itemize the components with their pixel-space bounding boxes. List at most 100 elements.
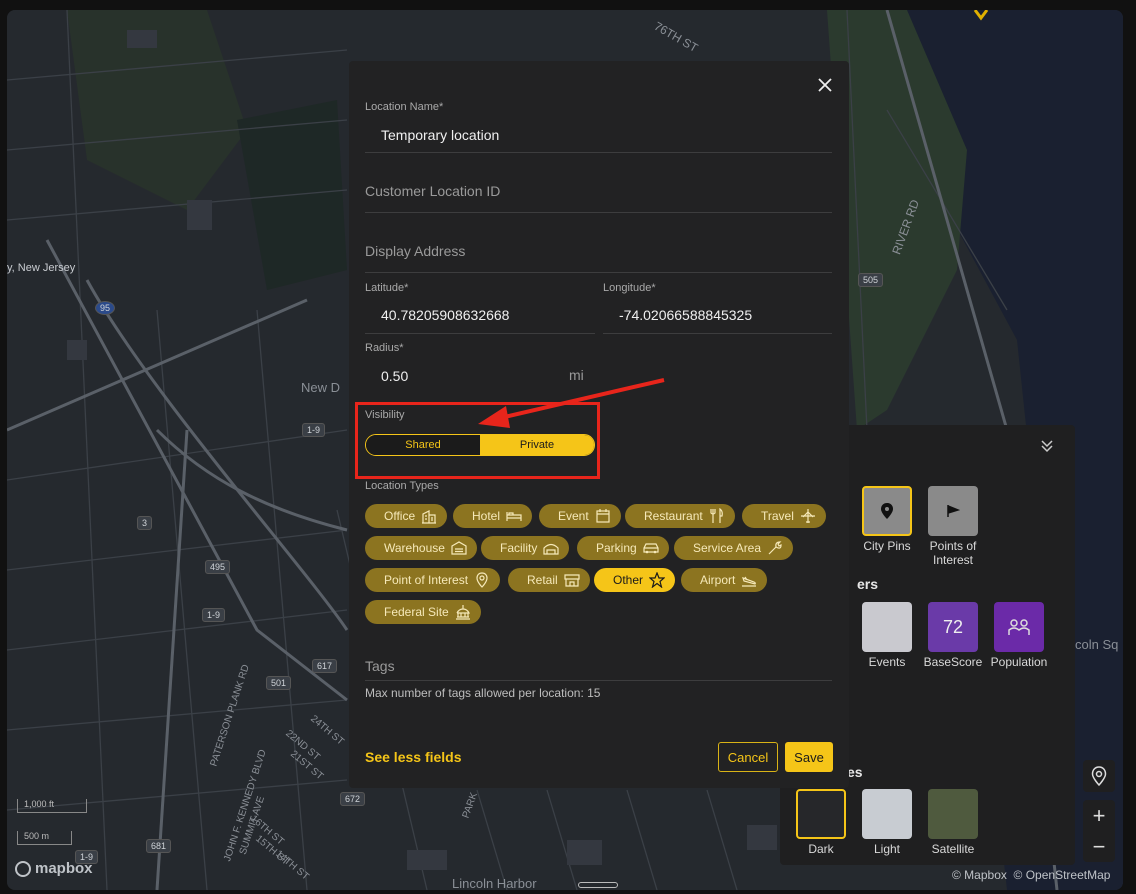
customer-location-id-input[interactable]: Customer Location ID [365,183,500,199]
airplane-icon [800,509,815,523]
latitude-underline [365,333,595,334]
map-pin-icon [881,503,893,519]
utensils-icon [710,508,723,523]
location-name-label: Location Name* [365,101,443,113]
locate-button[interactable] [1083,760,1115,792]
map-label: Lincoln Harbor [452,876,537,890]
chip-label: Service Area [693,541,762,555]
basescore-layer-tile[interactable]: 72 [928,602,978,652]
flag-icon [947,505,960,517]
location-type-airport[interactable]: Airport [681,568,768,592]
location-type-travel[interactable]: Travel [742,504,826,528]
zoom-controls: + − [1083,800,1115,862]
events-layer-tile[interactable] [862,602,912,652]
map-styles-heading: es [847,764,863,780]
calendar-icon [596,509,610,523]
tags-help-text: Max number of tags allowed per location:… [365,686,601,700]
highway-shield: 1-9 [302,423,326,437]
map-label-text: New Jersey [17,262,76,274]
chip-label: Hotel [472,509,501,523]
longitude-label: Longitude* [603,282,656,294]
mapbox-wordmark: mapbox [35,860,93,877]
see-less-fields-link[interactable]: See less fields [365,749,462,765]
population-layer-tile[interactable] [994,602,1044,652]
location-type-parking[interactable]: Parking [577,536,669,560]
cancel-button[interactable]: Cancel [718,742,778,772]
location-type-federal-site[interactable]: Federal Site [365,600,481,624]
scale-bar-m: 500 m [17,831,72,845]
chevrons-down-icon[interactable] [1040,439,1054,453]
highlight-box [355,402,600,479]
chip-label: Parking [596,541,637,555]
location-type-warehouse[interactable]: Warehouse [365,536,477,560]
longitude-label-text: Longitude [603,282,652,294]
map-attribution[interactable]: © Mapbox © OpenStreetMap [952,868,1110,882]
highway-shield: 617 [312,659,338,673]
plane-landing-icon [742,576,757,587]
location-name-label-text: Location Name [365,101,439,113]
light-style-tile[interactable] [862,789,912,839]
close-icon[interactable] [817,77,833,93]
map-label: coln Sq [1075,637,1119,652]
radius-input[interactable]: 0.50 [381,368,408,384]
location-type-event[interactable]: Event [539,504,621,528]
satellite-style-label: Satellite [931,842,975,856]
star-icon [649,572,666,588]
radius-label: Radius* [365,342,404,354]
location-type-hotel[interactable]: Hotel [453,504,533,528]
points-of-interest-tile[interactable] [928,486,978,536]
highway-shield: 501 [266,676,292,690]
required-marker: * [404,282,409,294]
tags-input[interactable]: Tags [365,658,395,674]
highway-shield: 672 [340,792,366,806]
scale-bar-ft: 1,000 ft [17,799,87,813]
longitude-input[interactable]: -74.02066588845325 [619,307,752,323]
latitude-label: Latitude* [365,282,408,294]
zoom-in-button[interactable]: + [1093,800,1106,831]
building-icon [422,510,437,524]
dark-style-tile[interactable] [796,789,846,839]
city-pins-tile[interactable] [862,486,912,536]
location-name-underline [365,152,832,153]
required-marker: * [399,342,404,354]
map-label: y, New Jersey [7,262,76,274]
facility-icon [543,543,559,555]
points-of-interest-label: Points of Interest [929,539,977,567]
highway-shield: 495 [205,560,231,574]
chip-label: Facility [500,541,538,555]
car-icon [643,543,659,554]
mapbox-logo[interactable]: mapbox [15,860,93,877]
store-icon [564,574,580,587]
highway-shield: 1-9 [202,608,226,622]
chip-label: Airport [700,573,736,587]
display-address-input[interactable]: Display Address [365,243,465,259]
chip-label: Point of Interest [384,573,469,587]
resize-handle[interactable] [578,882,618,888]
layers-heading: ers [857,576,879,592]
location-type-restaurant[interactable]: Restaurant [625,504,735,528]
display-address-underline [365,272,832,273]
save-button[interactable]: Save [785,742,833,772]
chip-label: Warehouse [384,541,445,555]
location-type-other[interactable]: Other [594,568,676,592]
location-type-service-area[interactable]: Service Area [674,536,794,560]
location-name-input[interactable]: Temporary location [381,127,499,143]
location-type-office[interactable]: Office [365,504,448,528]
warehouse-icon [451,541,467,555]
radius-unit: mi [569,367,584,383]
mapbox-icon [15,860,31,877]
location-type-point-of-interest[interactable]: Point of Interest [365,568,501,592]
tags-underline [365,680,832,681]
satellite-style-tile[interactable] [928,789,978,839]
location-type-retail[interactable]: Retail [508,568,590,592]
highway-shield: 505 [858,273,884,287]
highway-shield: 95 [95,301,116,315]
location-type-facility[interactable]: Facility [481,536,570,560]
map-pin-icon [1091,766,1107,786]
zoom-out-button[interactable]: − [1093,831,1106,862]
location-types-label: Location Types [365,480,439,492]
map-label: New D [301,380,341,395]
highway-shield: 681 [146,839,172,853]
latitude-input[interactable]: 40.78205908632668 [381,307,509,323]
required-marker: * [439,101,444,113]
